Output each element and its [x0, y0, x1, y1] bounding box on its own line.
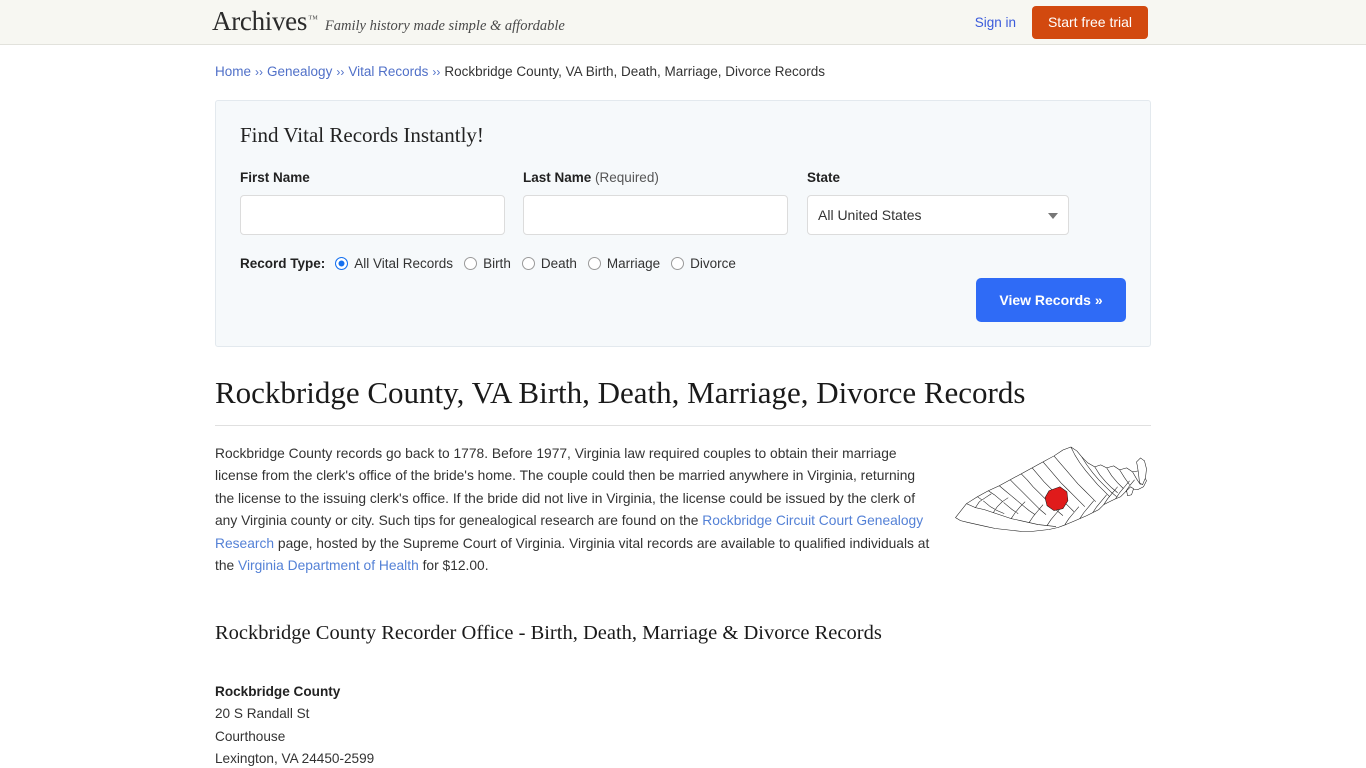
state-select-wrapper: All United States: [807, 195, 1069, 235]
page-body: Home ›› Genealogy ›› Vital Records ›› Rockbrid…: [0, 45, 1366, 768]
brand-tagline: Family history made simple & affordable: [325, 18, 565, 35]
last-name-field-group: Last Name (Required): [523, 170, 788, 235]
sign-in-link[interactable]: Sign in: [975, 15, 1016, 30]
breadcrumb-separator: ››: [336, 65, 344, 79]
record-type-option-birth[interactable]: Birth: [464, 256, 511, 271]
intro-section: Rockbridge County records go back to 177…: [215, 443, 1151, 578]
record-type-option-divorce[interactable]: Divorce: [671, 256, 736, 271]
radio-icon-all[interactable]: [335, 257, 348, 270]
brand-name: Archives: [212, 8, 307, 35]
record-type-option-marriage[interactable]: Marriage: [588, 256, 660, 271]
breadcrumb-item-home[interactable]: Home: [215, 64, 251, 79]
page-title: Rockbridge County, VA Birth, Death, Marr…: [215, 376, 1151, 426]
office-city-state-zip: Lexington, VA 24450-2599: [215, 748, 1151, 768]
header-actions: Sign in Start free trial: [975, 0, 1148, 45]
first-name-label: First Name: [240, 170, 505, 185]
radio-icon-death[interactable]: [522, 257, 535, 270]
last-name-required-note: (Required): [595, 170, 659, 185]
search-fields-row: First Name Last Name (Required) State Al…: [240, 170, 1126, 235]
breadcrumb-item-genealogy[interactable]: Genealogy: [267, 64, 332, 79]
last-name-label-text: Last Name: [523, 170, 591, 185]
search-panel-title: Find Vital Records Instantly!: [240, 123, 1126, 148]
intro-text-part-3: for $12.00.: [419, 558, 489, 573]
office-street: 20 S Randall St: [215, 703, 1151, 726]
record-type-option-divorce-label: Divorce: [690, 256, 736, 271]
start-free-trial-button[interactable]: Start free trial: [1032, 6, 1148, 39]
virginia-county-map-image: [951, 443, 1151, 535]
trademark-symbol: ™: [308, 14, 318, 25]
site-header: Archives™ Family history made simple & a…: [0, 0, 1366, 45]
content-container: Home ›› Genealogy ›› Vital Records ›› Rockbrid…: [215, 45, 1151, 768]
record-type-option-marriage-label: Marriage: [607, 256, 660, 271]
breadcrumb-separator: ››: [255, 65, 263, 79]
radio-icon-marriage[interactable]: [588, 257, 601, 270]
vital-records-search-panel: Find Vital Records Instantly! First Name…: [215, 100, 1151, 347]
record-type-option-death[interactable]: Death: [522, 256, 577, 271]
office-building: Courthouse: [215, 726, 1151, 749]
state-label: State: [807, 170, 1069, 185]
breadcrumb-item-current: Rockbridge County, VA Birth, Death, Marr…: [444, 64, 825, 79]
header-inner: Archives™ Family history made simple & a…: [0, 0, 1366, 45]
record-type-row: Record Type: All Vital Records Birth Dea…: [240, 256, 1126, 271]
radio-icon-birth[interactable]: [464, 257, 477, 270]
breadcrumb-item-vital-records[interactable]: Vital Records: [348, 64, 428, 79]
site-logo[interactable]: Archives™ Family history made simple & a…: [212, 8, 565, 35]
record-type-label: Record Type:: [240, 256, 325, 271]
last-name-label: Last Name (Required): [523, 170, 788, 185]
first-name-field-group: First Name: [240, 170, 505, 235]
record-type-option-birth-label: Birth: [483, 256, 511, 271]
office-name: Rockbridge County: [215, 681, 1151, 704]
state-select[interactable]: All United States: [807, 195, 1069, 235]
last-name-input[interactable]: [523, 195, 788, 235]
recorder-office-heading: Rockbridge County Recorder Office - Birt…: [215, 622, 1151, 645]
radio-icon-divorce[interactable]: [671, 257, 684, 270]
recorder-office-address: Rockbridge County 20 S Randall St Courth…: [215, 681, 1151, 768]
breadcrumb: Home ›› Genealogy ›› Vital Records ›› Rockbrid…: [215, 45, 1151, 81]
record-type-option-all[interactable]: All Vital Records: [335, 256, 453, 271]
view-records-button[interactable]: View Records »: [976, 278, 1126, 322]
first-name-input[interactable]: [240, 195, 505, 235]
breadcrumb-separator: ››: [432, 65, 440, 79]
submit-wrapper: View Records »: [976, 278, 1126, 322]
state-field-group: State All United States: [807, 170, 1069, 235]
record-type-option-death-label: Death: [541, 256, 577, 271]
record-type-option-all-label: All Vital Records: [354, 256, 453, 271]
virginia-dept-health-link[interactable]: Virginia Department of Health: [238, 558, 419, 573]
